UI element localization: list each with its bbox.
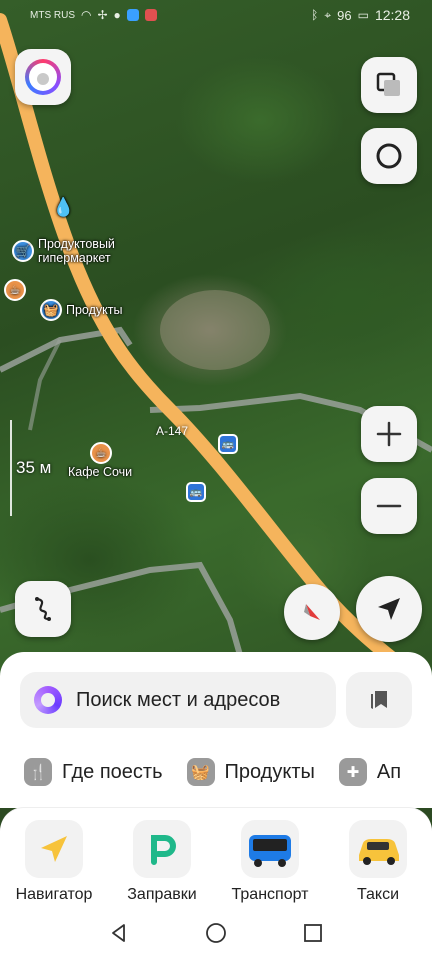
compass-icon xyxy=(304,604,320,620)
fan-icon: ✢ xyxy=(97,8,108,22)
dock-label: Навигатор xyxy=(15,886,93,903)
bookmarks-button[interactable] xyxy=(346,672,412,728)
category-chip-pharmacy[interactable]: ✚ Ап xyxy=(338,758,402,786)
battery-icon: ▭ xyxy=(357,8,369,22)
poi-produkty[interactable]: 🧺 Продукты xyxy=(40,299,122,321)
location-pin-icon: ⌖ xyxy=(324,7,332,22)
scale-label: 35 м xyxy=(16,458,52,477)
battery-percent: 96 xyxy=(337,7,352,23)
recents-icon[interactable] xyxy=(302,922,324,944)
poi-cafe-sochi-label: Кафе Сочи xyxy=(68,465,133,479)
dock-label: Такси xyxy=(356,886,400,903)
category-label: Продукты xyxy=(224,760,315,783)
alice-ring-icon xyxy=(376,143,402,169)
clock: 12:28 xyxy=(374,7,410,23)
dock-item-fuel[interactable]: Заправки xyxy=(114,820,210,904)
compass-button[interactable] xyxy=(284,584,340,640)
navigator-tile xyxy=(25,820,83,878)
poi-hypermarket-line2: гипермаркет xyxy=(38,251,111,265)
coffee-cup-icon: ☕ xyxy=(4,279,26,301)
poi-cafe-small[interactable]: ☕ xyxy=(4,279,26,301)
dock-item-navigator[interactable]: Навигатор xyxy=(6,820,102,904)
bus-stop-marker[interactable]: 🚌 xyxy=(218,434,238,454)
search-app-icon xyxy=(126,9,139,21)
route-button[interactable] xyxy=(15,581,71,637)
basket-icon: 🧺 xyxy=(40,299,62,321)
zoom-out-button[interactable] xyxy=(361,478,417,534)
home-icon[interactable] xyxy=(205,922,227,944)
category-chips: 🍴 Где поесть 🧺 Продукты ✚ Ап xyxy=(24,758,401,786)
water-drop-marker[interactable]: 💧 xyxy=(52,197,74,218)
water-drop-icon: 💧 xyxy=(52,197,75,217)
plus-icon: ✚ xyxy=(338,758,367,786)
layers-button[interactable] xyxy=(361,57,417,113)
layers-icon xyxy=(376,72,400,96)
dock-item-transport[interactable]: Транспорт xyxy=(222,820,318,904)
road-label: А-147 xyxy=(156,424,189,438)
bus-stop-marker[interactable]: 🚌 xyxy=(186,482,206,502)
poi-produkty-label: Продукты xyxy=(66,303,123,317)
minus-icon xyxy=(376,504,402,508)
carrier-label: MTS RUS xyxy=(30,9,75,21)
profile-button[interactable] xyxy=(15,49,71,105)
chat-icon: ● xyxy=(113,8,121,22)
bookmark-icon xyxy=(371,691,387,709)
fork-knife-icon: 🍴 xyxy=(24,758,52,786)
navigator-arrow-icon xyxy=(41,836,67,862)
bus-icon: 🚌 xyxy=(189,486,203,498)
gift-icon xyxy=(144,9,157,21)
basket-icon: 🧺 xyxy=(186,758,215,786)
bluetooth-icon: ᛒ xyxy=(311,8,319,22)
category-label: Ап xyxy=(376,760,402,783)
search-sheet: Поиск мест и адресов 🍴 Где поесть 🧺 Прод… xyxy=(0,652,432,808)
fuel-tile xyxy=(133,820,191,878)
category-label: Где поесть xyxy=(62,760,163,783)
fuel-p-icon xyxy=(151,835,176,865)
bus-icon xyxy=(249,835,291,867)
back-icon[interactable] xyxy=(108,922,130,944)
shopping-cart-icon: 🛒 xyxy=(12,240,34,262)
zoom-in-button[interactable] xyxy=(361,406,417,462)
scale-bar xyxy=(10,420,12,516)
poi-hypermarket[interactable]: 🛒 Продуктовый гипермаркет xyxy=(12,237,115,265)
services-dock: Навигатор Заправки Транспорт Такси xyxy=(0,808,432,906)
search-placeholder: Поиск мест и адресов xyxy=(76,688,281,711)
coffee-cup-icon: ☕ xyxy=(90,442,112,464)
dock-label: Транспорт xyxy=(231,886,309,903)
category-chip-food[interactable]: 🍴 Где поесть xyxy=(24,758,163,786)
category-chip-groceries[interactable]: 🧺 Продукты xyxy=(186,758,315,786)
location-arrow-icon xyxy=(378,598,400,620)
system-nav-bar xyxy=(0,906,432,960)
route-icon xyxy=(35,597,51,621)
my-location-button[interactable] xyxy=(356,576,422,642)
bus-icon: 🚌 xyxy=(221,438,235,450)
avatar xyxy=(25,59,61,95)
dock-label: Заправки xyxy=(127,886,197,903)
dock-item-taxi[interactable]: Такси xyxy=(330,820,426,904)
wifi-icon: ◠ xyxy=(81,8,92,22)
taxi-car-icon xyxy=(359,839,399,865)
poi-cafe-sochi-label-wrap: Кафе Сочи xyxy=(68,465,132,479)
transport-tile xyxy=(241,820,299,878)
plus-icon xyxy=(376,421,402,447)
status-bar: MTS RUS ◠ ✢ ● ᛒ ⌖ 96 ▭ 12:28 xyxy=(0,0,432,30)
alice-icon xyxy=(34,686,62,714)
poi-hypermarket-line1: Продуктовый xyxy=(38,237,115,251)
poi-cafe-sochi[interactable]: ☕ xyxy=(90,442,112,464)
alice-assistant-button[interactable] xyxy=(361,128,417,184)
taxi-tile xyxy=(349,820,407,878)
search-bar[interactable]: Поиск мест и адресов xyxy=(20,672,336,728)
